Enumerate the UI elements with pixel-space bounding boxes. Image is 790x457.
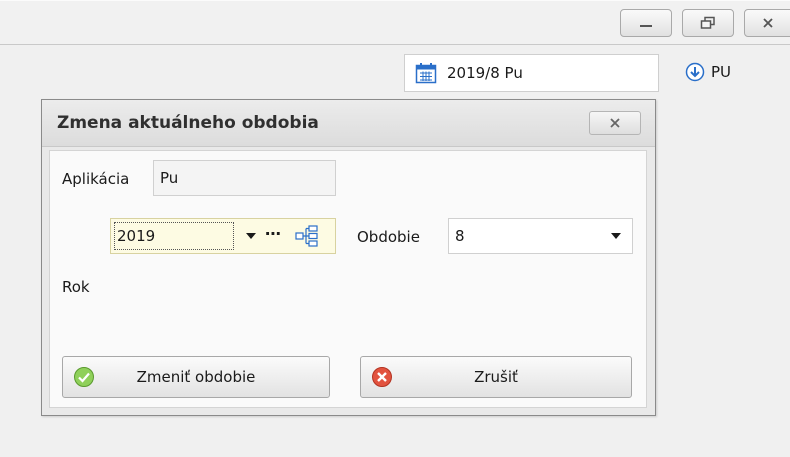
chevron-down-circle-icon <box>685 62 705 82</box>
obdobie-dropdown-arrow-icon <box>611 233 621 239</box>
dialog-titlebar: Zmena aktuálneho obdobia <box>42 100 655 147</box>
obdobie-select[interactable]: 8 <box>448 218 633 254</box>
rok-ellipsis-button[interactable]: ⋯ <box>265 224 281 243</box>
user-label: PU <box>711 63 732 81</box>
rok-combobox: 2019 ⋯ <box>110 218 336 254</box>
change-period-dialog: Zmena aktuálneho obdobia Aplikácia Pu Ro… <box>41 99 656 416</box>
close-icon <box>763 18 773 28</box>
rok-input[interactable]: 2019 <box>114 222 234 250</box>
current-period-field[interactable]: 2019/8 Pu <box>404 54 659 92</box>
obdobie-value: 8 <box>455 227 465 245</box>
obdobie-label: Obdobie <box>357 228 420 246</box>
dialog-title: Zmena aktuálneho obdobia <box>57 113 319 133</box>
minimize-button[interactable] <box>620 9 672 37</box>
window-close-button[interactable] <box>744 9 790 37</box>
restore-button[interactable] <box>682 9 734 37</box>
user-menu[interactable]: PU <box>685 62 731 82</box>
confirm-button-label: Zmeniť obdobie <box>136 368 256 386</box>
dialog-close-button[interactable] <box>589 111 641 135</box>
aplikacia-label: Aplikácia <box>62 170 130 188</box>
rok-label: Rok <box>62 278 90 296</box>
aplikacia-field: Pu <box>153 160 336 196</box>
cancel-button[interactable]: Zrušiť <box>360 356 632 398</box>
rok-dropdown-arrow-icon[interactable] <box>245 232 257 240</box>
restore-icon <box>700 16 715 29</box>
aplikacia-value: Pu <box>160 169 179 187</box>
window-titlebar <box>0 0 790 45</box>
tree-lookup-icon[interactable] <box>295 225 319 247</box>
cancel-button-label: Zrušiť <box>474 368 518 386</box>
close-icon <box>610 118 620 128</box>
confirm-change-period-button[interactable]: Zmeniť obdobie <box>62 356 330 398</box>
calendar-icon <box>415 63 437 84</box>
current-period-value: 2019/8 Pu <box>447 64 523 82</box>
rok-value: 2019 <box>117 227 156 245</box>
minimize-icon <box>640 25 652 27</box>
